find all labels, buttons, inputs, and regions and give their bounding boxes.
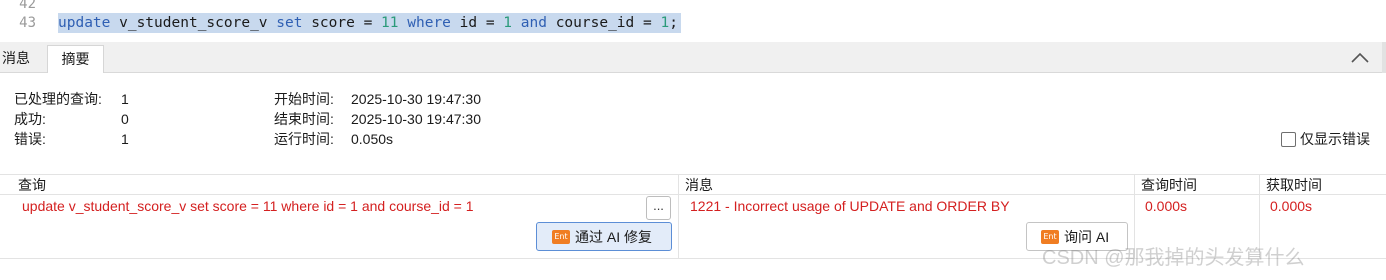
processed-queries-value: 1 <box>121 91 129 107</box>
sql-token-plain: ; <box>669 15 678 31</box>
column-header-fetch-time[interactable]: 获取时间 <box>1266 175 1322 195</box>
end-time-label: 结束时间: <box>274 111 334 127</box>
row-query-cell[interactable]: update v_student_score_v set score = 11 … <box>22 196 474 216</box>
sql-token-kw: and <box>520 15 547 31</box>
tab-summary[interactable]: 摘要 <box>47 45 104 73</box>
success-label: 成功: <box>14 111 46 127</box>
column-header-query-time[interactable]: 查询时间 <box>1141 175 1197 195</box>
sql-token-plain <box>512 15 521 31</box>
ent-badge-icon: Ent <box>552 229 570 244</box>
sql-token-plain: id = <box>450 15 504 31</box>
tab-messages[interactable]: 消息 <box>0 45 38 73</box>
show-errors-only-checkbox[interactable] <box>1281 131 1296 147</box>
fix-with-ai-label: 通过 AI 修复 <box>575 228 653 245</box>
row-fetch-time-cell[interactable]: 0.000s <box>1270 196 1312 216</box>
header-divider <box>0 194 1386 195</box>
sql-token-kw: where <box>407 15 451 31</box>
row-message-cell[interactable]: 1221 - Incorrect usage of UPDATE and ORD… <box>690 196 1010 216</box>
sql-statement-line[interactable]: update v_student_score_v set score = 11 … <box>58 13 681 33</box>
end-time-value: 2025-10-30 19:47:30 <box>351 111 481 127</box>
column-header-query[interactable]: 查询 <box>18 175 46 195</box>
show-errors-only-toggle[interactable]: 仅显示错误 <box>1281 129 1370 149</box>
sql-token-kw: set <box>276 15 303 31</box>
runtime-value: 0.050s <box>351 131 394 147</box>
sql-token-num: 1 <box>660 15 670 31</box>
start-time-value: 2025-10-30 19:47:30 <box>351 91 481 107</box>
column-header-message[interactable]: 消息 <box>685 175 713 195</box>
panel-scrollbar[interactable] <box>1382 42 1386 73</box>
ent-badge-icon: Ent <box>1041 229 1059 244</box>
result-tab-bar: 消息 摘要 <box>0 42 1386 73</box>
sql-token-plain <box>399 15 408 31</box>
chevron-up-icon <box>1351 52 1369 63</box>
ask-ai-label: 询问 AI <box>1064 228 1110 245</box>
sql-token-num: 11 <box>381 15 399 31</box>
collapse-panel-button[interactable] <box>1348 49 1372 67</box>
line-number: 42 <box>19 0 36 12</box>
show-errors-only-label: 仅显示错误 <box>1300 131 1370 147</box>
sql-editor[interactable]: 42 43 update v_student_score_v set score… <box>0 0 1386 41</box>
start-time-label: 开始时间: <box>274 91 334 107</box>
summary-panel: 已处理的查询: 1 成功: 0 错误: 1 开始时间: 2025-10-30 1… <box>0 73 1386 173</box>
watermark: CSDN @那我掉的头发算什么 <box>1042 247 1305 269</box>
column-divider <box>678 175 679 259</box>
error-value: 1 <box>121 131 129 147</box>
runtime-label: 运行时间: <box>274 131 334 147</box>
sql-token-plain: score = <box>302 15 382 31</box>
more-button[interactable]: ... <box>646 196 671 220</box>
success-value: 0 <box>121 111 129 127</box>
line-number: 43 <box>19 15 36 31</box>
row-query-time-cell[interactable]: 0.000s <box>1145 196 1187 216</box>
sql-token-plain: v_student_score_v <box>110 15 277 31</box>
fix-with-ai-button[interactable]: Ent 通过 AI 修复 <box>536 222 672 251</box>
sql-token-kw: update <box>58 15 111 31</box>
error-label: 错误: <box>14 131 46 147</box>
sql-token-plain: course_id = <box>546 15 661 31</box>
sql-token-num: 1 <box>503 15 513 31</box>
line-number-gutter: 42 43 <box>0 0 40 41</box>
processed-queries-label: 已处理的查询: <box>14 91 102 107</box>
